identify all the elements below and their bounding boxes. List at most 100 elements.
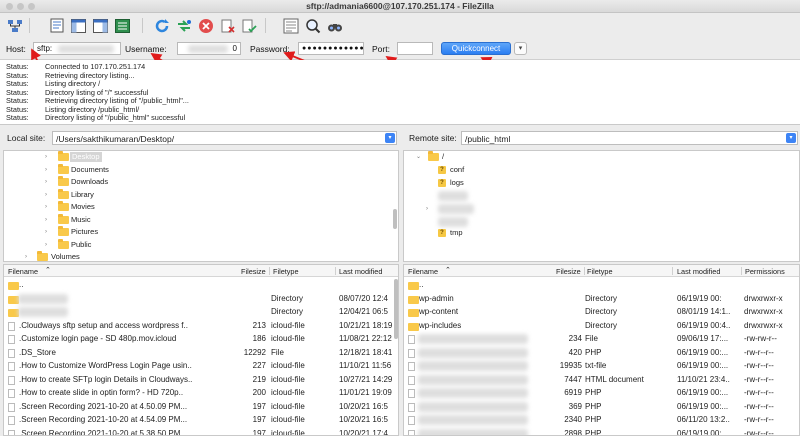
tree-item-pictures[interactable]: › Pictures	[4, 226, 398, 238]
tree-item-root[interactable]: ⌄ /	[404, 151, 799, 163]
local-file-list[interactable]: Filename ⌃ Filesize Filetype Last modifi…	[3, 264, 399, 436]
table-row[interactable]: ..	[4, 278, 398, 292]
cell-type: icloud-file	[271, 334, 305, 343]
cell-size: 234	[568, 334, 582, 343]
cell-type: icloud-file	[271, 428, 305, 436]
tree-item-documents[interactable]: › Documents	[4, 163, 398, 176]
cell-size: 420	[568, 347, 582, 357]
table-row[interactable]: .Customize login page - SD 480p.mov.iclo…	[4, 332, 398, 346]
table-row[interactable]: 2898 PHP 06/19/19 00:... -rw-r--r--	[404, 427, 799, 435]
table-row[interactable]: .How to Customize WordPress Login Page u…	[4, 359, 398, 373]
table-row[interactable]: .Screen Recording 2021-10-20 at 5.38.50 …	[4, 427, 398, 436]
tree-item-redacted[interactable]	[404, 190, 799, 202]
redacted-blur	[418, 347, 528, 358]
cell-perms: drwxrwxr-x	[744, 320, 783, 330]
cell-type: icloud-file	[271, 415, 305, 424]
table-row[interactable]: .Screen Recording 2021-10-20 at 4.54.09 …	[4, 413, 398, 427]
cell-type: icloud-file	[271, 320, 305, 330]
tree-item-desktop[interactable]: › Desktop	[4, 151, 398, 163]
cell-perms: -rw-r--r--	[744, 347, 774, 357]
file-icon	[8, 335, 15, 344]
cell-size: 369	[568, 401, 582, 411]
folder-icon	[8, 282, 19, 290]
table-row[interactable]: wp-includes Directory 06/19/19 00:4.. drwxr…	[404, 319, 799, 333]
tree-item-public[interactable]: › Public	[4, 238, 398, 251]
cell-size: 200	[252, 388, 266, 397]
tree-item-logs[interactable]: ? logs	[404, 177, 799, 189]
remote-path-dropdown-icon[interactable]: ▾	[786, 133, 796, 143]
remote-directory-tree[interactable]: ⌄ / ? conf ? logs › ? tmp	[403, 150, 800, 262]
cell-name: .DS_Store	[19, 347, 56, 357]
folder-icon	[408, 282, 419, 290]
table-row[interactable]: ..	[404, 278, 799, 292]
table-row[interactable]: wp-admin Directory 06/19/19 00: drwxrwxr-x	[404, 292, 799, 306]
cell-size: 6919	[564, 388, 582, 397]
remote-file-list[interactable]: Filename ⌃ Filesize Filetype Last modifi…	[403, 264, 800, 436]
cell-modified: 06/19/19 00:4..	[677, 320, 731, 330]
local-path-input[interactable]: /Users/sakthikumaran/Desktop/ ▾	[52, 131, 397, 145]
table-row[interactable]: Directory 12/04/21 06:5	[4, 305, 398, 319]
table-row[interactable]: .DS_Store 12292 File 12/18/21 18:41	[4, 346, 398, 360]
column-filetype[interactable]: Filetype	[587, 267, 613, 276]
cell-type: Directory	[585, 320, 618, 330]
table-row[interactable]: 19935 txt-file 06/19/19 00:... -rw-r--r--	[404, 359, 799, 373]
cell-perms: -rw-r--r--	[744, 415, 774, 424]
cell-name: wp-content	[419, 307, 459, 316]
column-filesize[interactable]: Filesize	[241, 267, 266, 276]
column-filename[interactable]: Filename	[408, 267, 438, 276]
table-row[interactable]: .Cloudways sftp setup and access wordpre…	[4, 319, 398, 333]
cell-modified: 08/01/19 14:1..	[677, 307, 731, 316]
cell-name: .Cloudways sftp setup and access wordpre…	[19, 320, 188, 330]
local-path-dropdown-icon[interactable]: ▾	[385, 133, 395, 143]
table-row[interactable]: .Screen Recording 2021-10-20 at 4.50.09 …	[4, 400, 398, 414]
redacted-blur	[18, 293, 68, 304]
remote-path-input[interactable]: /public_html ▾	[461, 131, 798, 145]
table-row[interactable]: 6919 PHP 06/19/19 00:... -rw-r--r--	[404, 386, 799, 400]
cell-name: .Screen Recording 2021-10-20 at 4.54.09 …	[19, 415, 188, 424]
cell-size: 197	[252, 415, 266, 424]
tree-item-library[interactable]: › Library	[4, 188, 398, 201]
table-row[interactable]: 369 PHP 06/19/19 00:... -rw-r--r--	[404, 400, 799, 414]
table-row[interactable]: 7447 HTML document 11/10/21 23:4.. -rw-r--r…	[404, 373, 799, 387]
cell-size: 2340	[564, 415, 582, 424]
cell-size: 227	[252, 361, 266, 370]
table-row[interactable]: Directory 08/07/20 12:4	[4, 292, 398, 306]
column-last-modified[interactable]: Last modified	[339, 267, 382, 276]
cell-name: ..	[419, 280, 424, 289]
cell-name: .Customize login page - SD 480p.mov.iclo…	[19, 334, 177, 343]
cell-perms: -rw-r--r--	[744, 401, 774, 411]
table-row[interactable]: 420 PHP 06/19/19 00:... -rw-r--r--	[404, 346, 799, 360]
column-filesize[interactable]: Filesize	[556, 267, 581, 276]
table-row[interactable]: .How to create SFTp login Details in Clo…	[4, 373, 398, 387]
tree-item-movies[interactable]: › Movies	[4, 201, 398, 213]
local-directory-tree[interactable]: › Desktop › Documents › Downloads › Libr…	[3, 150, 399, 262]
local-list-scrollbar[interactable]	[394, 279, 398, 339]
message-log[interactable]: Status: Connected to 107.170.251.174 Stat…	[0, 60, 800, 125]
tree-item-conf[interactable]: ? conf	[404, 164, 799, 176]
column-filename[interactable]: Filename	[8, 267, 38, 276]
local-tree-scrollbar[interactable]	[393, 209, 397, 229]
cell-modified: 06/11/20 13:2..	[677, 415, 730, 424]
cell-modified: 11/10/21 23:4..	[677, 374, 730, 384]
file-icon	[8, 362, 15, 371]
column-last-modified[interactable]: Last modified	[677, 267, 720, 276]
cell-name: .Screen Recording 2021-10-20 at 5.38.50 …	[19, 428, 188, 436]
tree-item-music[interactable]: › Music	[4, 213, 398, 226]
cell-size: 186	[252, 334, 266, 343]
cell-modified: 11/01/21 19:09	[339, 388, 392, 397]
tree-item-tmp[interactable]: ? tmp	[404, 227, 799, 239]
table-row[interactable]: 234 File 09/06/19 17:... -rw-rw-r--	[404, 332, 799, 346]
file-icon	[408, 389, 415, 398]
tree-item-volumes[interactable]: › Volumes	[4, 251, 398, 261]
cell-modified: 06/19/19 00:	[677, 293, 722, 303]
tree-item-downloads[interactable]: › Downloads	[4, 176, 398, 188]
table-row[interactable]: .How to create slide in optin form? - HD…	[4, 386, 398, 400]
table-row[interactable]: wp-content Directory 08/01/19 14:1.. drwxrw…	[404, 305, 799, 319]
column-filetype[interactable]: Filetype	[273, 267, 299, 276]
file-icon	[408, 348, 415, 358]
table-row[interactable]: 2340 PHP 06/11/20 13:2.. -rw-r--r--	[404, 413, 799, 427]
redacted-blur	[418, 428, 528, 435]
column-permissions[interactable]: Permissions	[745, 267, 785, 276]
tree-item-redacted[interactable]: ›	[404, 203, 799, 215]
cell-size: 7447	[564, 374, 582, 384]
